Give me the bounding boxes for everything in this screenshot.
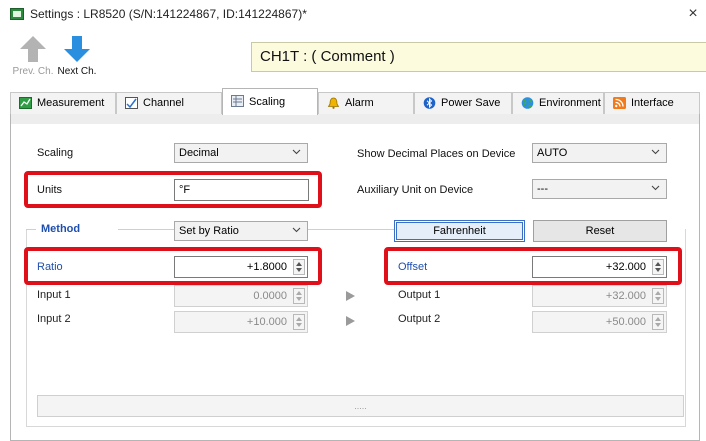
offset-spinner[interactable]: +32.000 — [532, 256, 667, 278]
tab-label: Channel — [143, 97, 184, 109]
globe-icon — [521, 97, 534, 109]
method-value: Set by Ratio — [179, 225, 239, 237]
arrow-up-icon — [20, 36, 46, 62]
ratio-label: Ratio — [37, 261, 63, 273]
chevron-down-icon — [651, 185, 660, 191]
tab-label: Interface — [631, 97, 674, 109]
scaling-label: Scaling — [37, 147, 74, 159]
method-select[interactable]: Set by Ratio — [174, 221, 308, 241]
prev-channel-button[interactable]: Prev. Ch. — [8, 30, 58, 82]
spin-arrows-icon — [293, 288, 305, 304]
window-title: Settings : LR8520 (S/N:141224867, ID:141… — [30, 7, 307, 21]
interface-icon — [613, 97, 626, 109]
tab-bar: Measurement Channel Scaling Alarm Power … — [10, 88, 706, 115]
chevron-down-icon — [292, 149, 301, 155]
method-divider — [26, 229, 36, 230]
tab-channel[interactable]: Channel — [116, 92, 222, 114]
bottom-status-bar: ..... — [37, 395, 684, 417]
app-icon — [10, 8, 24, 20]
tab-interface[interactable]: Interface — [604, 92, 700, 114]
fahrenheit-button[interactable]: Fahrenheit — [394, 220, 525, 242]
method-label: Method — [41, 223, 81, 235]
arrow-right-icon — [346, 291, 355, 301]
input1-spinner: 0.0000 — [174, 285, 308, 307]
auxiliary-unit-value: --- — [537, 183, 548, 195]
method-divider — [308, 229, 394, 230]
auxiliary-unit-label: Auxiliary Unit on Device — [357, 184, 474, 196]
chevron-down-icon — [651, 149, 660, 155]
scaling-value: Decimal — [179, 147, 219, 159]
tab-measurement[interactable]: Measurement — [10, 92, 116, 114]
next-channel-button[interactable]: Next Ch. — [52, 30, 102, 82]
ratio-spinner[interactable]: +1.8000 — [174, 256, 308, 278]
scaling-select[interactable]: Decimal — [174, 143, 308, 163]
tab-power-save[interactable]: Power Save — [414, 92, 512, 114]
arrow-down-icon — [64, 36, 90, 62]
input2-spinner: +10.000 — [174, 311, 308, 333]
offset-value: +32.000 — [605, 261, 646, 273]
tab-label: Environment — [539, 97, 601, 109]
input1-value: 0.0000 — [253, 290, 287, 302]
tab-label: Scaling — [249, 96, 286, 108]
chevron-down-icon — [292, 227, 301, 233]
tab-environment[interactable]: Environment — [512, 92, 604, 114]
toolbar: Prev. Ch. Next Ch. CH1T : ( Comment ) — [0, 30, 706, 82]
scaling-icon — [231, 95, 244, 107]
channel-comment-display: CH1T : ( Comment ) — [251, 42, 706, 72]
arrow-right-icon — [346, 316, 355, 326]
spin-arrows-icon[interactable] — [293, 259, 305, 275]
bell-icon — [327, 97, 340, 109]
output2-spinner: +50.000 — [532, 311, 667, 333]
output2-value: +50.000 — [605, 316, 646, 328]
spin-arrows-icon[interactable] — [652, 259, 664, 275]
show-decimal-select[interactable]: AUTO — [532, 143, 667, 163]
next-channel-label: Next Ch. — [57, 66, 97, 77]
tab-label: Alarm — [345, 97, 374, 109]
spin-arrows-icon — [293, 314, 305, 330]
output2-label: Output 2 — [398, 313, 441, 325]
tab-scaling[interactable]: Scaling — [222, 88, 318, 115]
tab-label: Measurement — [37, 97, 105, 109]
show-decimal-value: AUTO — [537, 147, 568, 159]
auxiliary-unit-select[interactable]: --- — [532, 179, 667, 199]
input1-label: Input 1 — [37, 289, 71, 301]
offset-label: Offset — [398, 261, 428, 273]
panel-header-strip — [10, 114, 700, 124]
channel-icon — [125, 97, 138, 109]
ratio-value: +1.8000 — [246, 261, 287, 273]
tab-label: Power Save — [441, 97, 501, 109]
close-button[interactable]: × — [684, 4, 702, 24]
title-bar: Settings : LR8520 (S/N:141224867, ID:141… — [0, 0, 706, 30]
method-divider — [118, 229, 174, 230]
tab-alarm[interactable]: Alarm — [318, 92, 414, 114]
units-input[interactable]: °F — [174, 179, 309, 201]
bluetooth-icon — [423, 97, 436, 109]
spin-arrows-icon — [652, 314, 664, 330]
input2-label: Input 2 — [37, 313, 71, 325]
units-label: Units — [37, 184, 63, 196]
input2-value: +10.000 — [246, 316, 287, 328]
reset-button[interactable]: Reset — [533, 220, 667, 242]
output1-label: Output 1 — [398, 289, 441, 301]
output1-spinner: +32.000 — [532, 285, 667, 307]
measurement-icon — [19, 97, 32, 109]
show-decimal-label: Show Decimal Places on Device — [357, 148, 516, 160]
output1-value: +32.000 — [605, 290, 646, 302]
spin-arrows-icon — [652, 288, 664, 304]
prev-channel-label: Prev. Ch. — [12, 66, 54, 77]
